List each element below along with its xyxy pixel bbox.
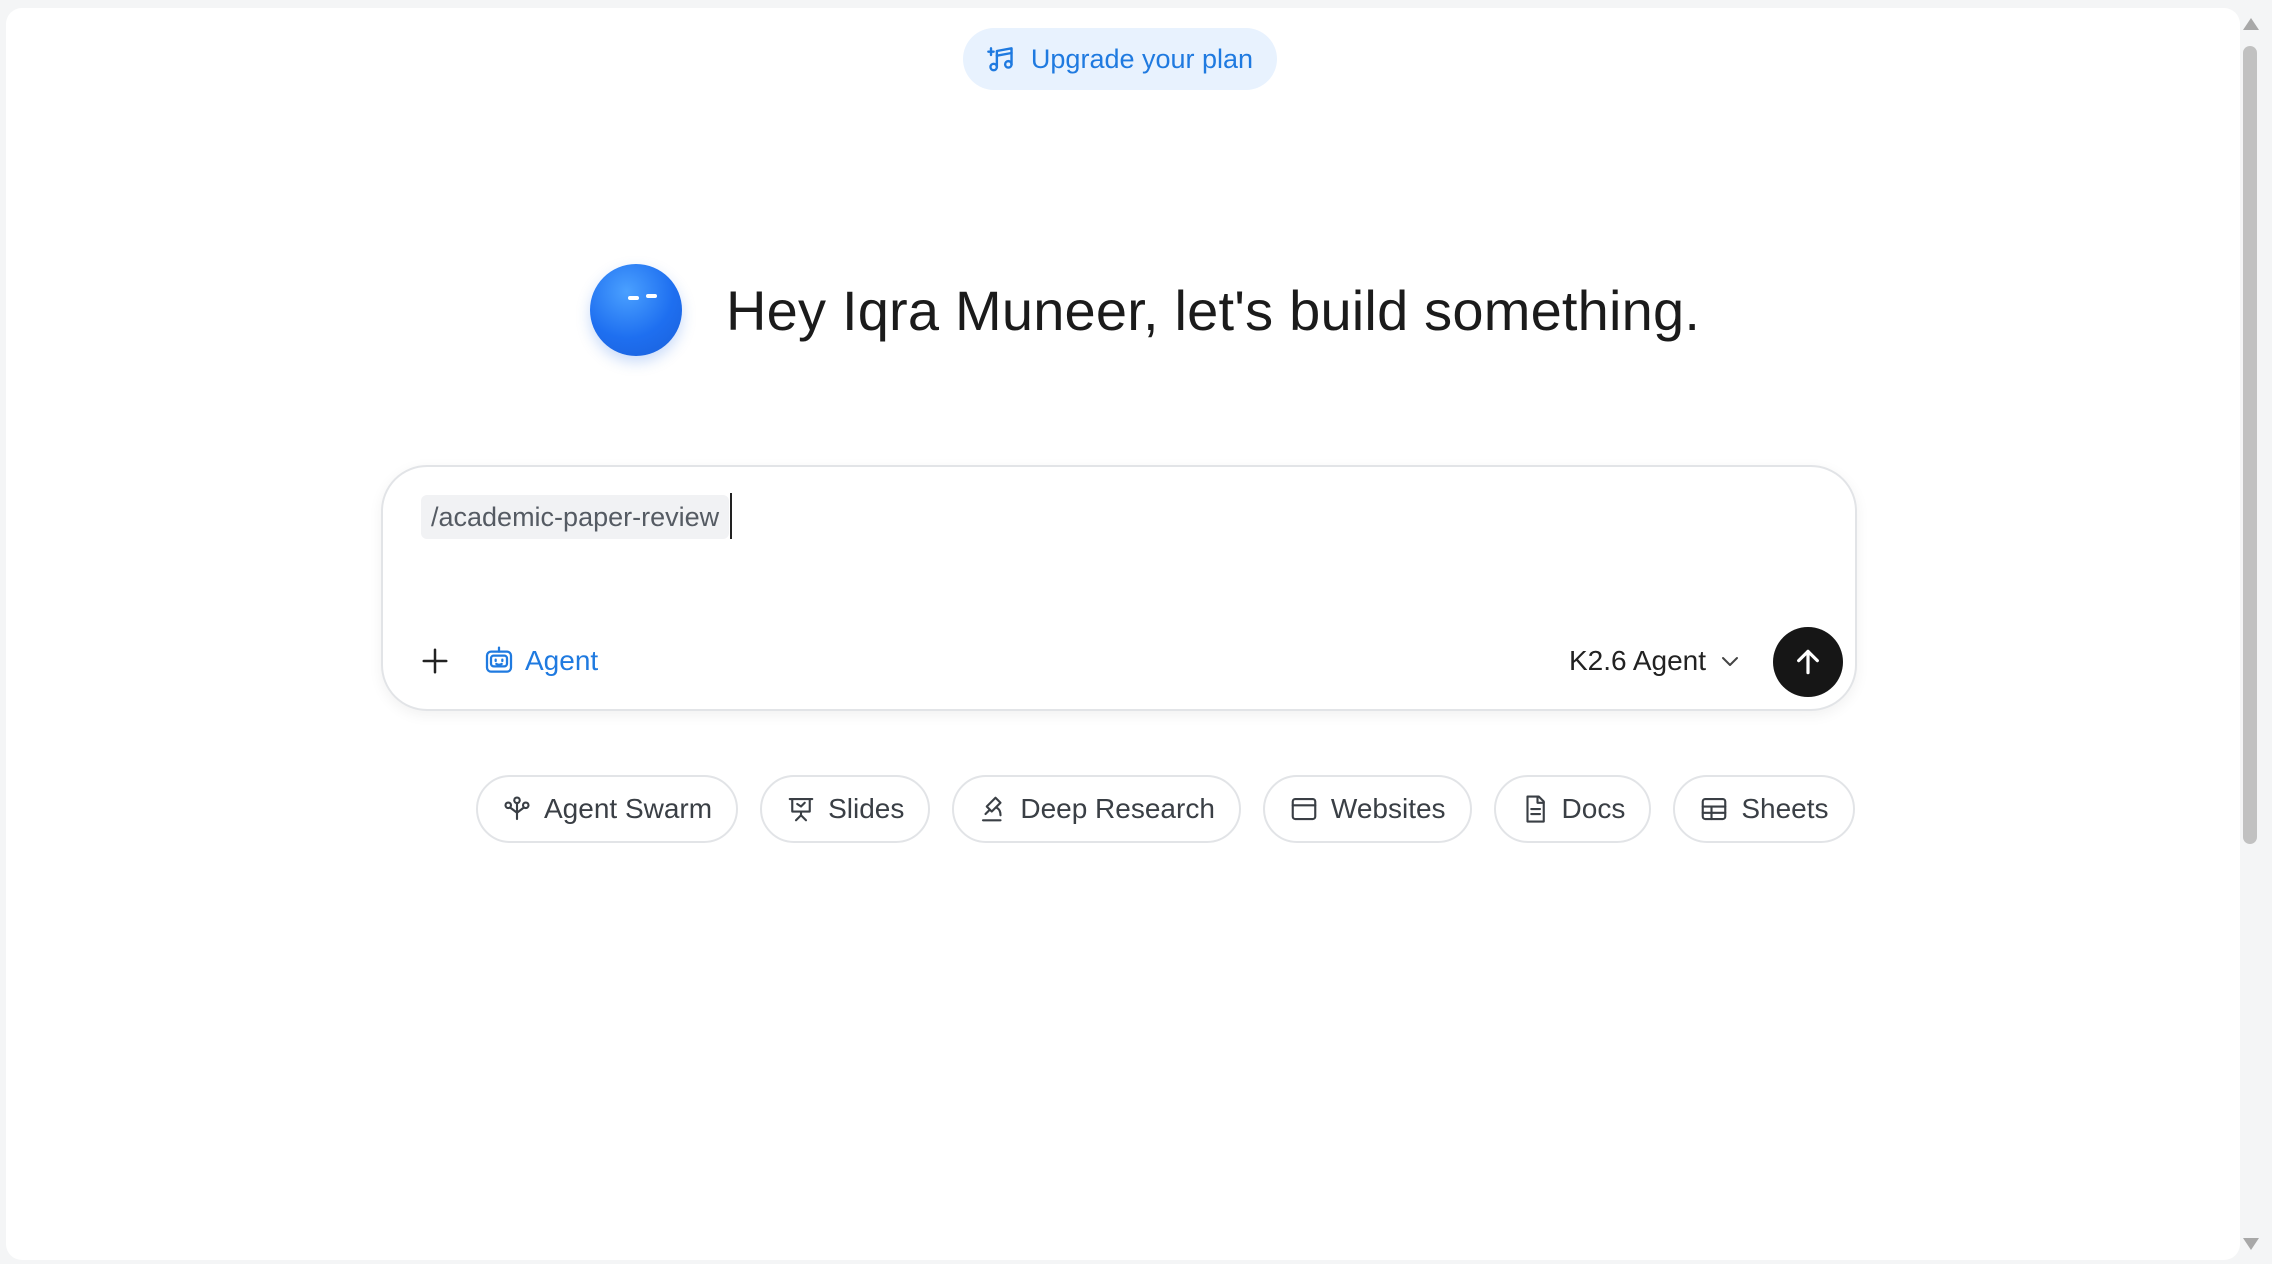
arrow-up-icon <box>1797 649 1819 675</box>
agent-mode-label: Agent <box>525 645 599 676</box>
model-selector[interactable]: K2.6 Agent <box>1569 639 1742 683</box>
chip-deep-research[interactable]: Deep Research <box>952 775 1241 843</box>
music-note-icon <box>987 47 1013 72</box>
chip-label: Deep Research <box>1020 793 1215 824</box>
sheets-icon <box>1702 797 1727 821</box>
chip-agent-swarm[interactable]: Agent Swarm <box>476 775 739 843</box>
chip-label: Docs <box>1561 793 1626 824</box>
scroll-down-button[interactable] <box>2241 1234 2261 1254</box>
triangle-up-icon <box>2243 18 2259 30</box>
deep-research-icon <box>982 796 1002 822</box>
upgrade-plan-button[interactable]: Upgrade your plan <box>963 28 1277 90</box>
chevron-down-icon <box>1722 657 1739 666</box>
chip-slides[interactable]: Slides <box>760 775 931 843</box>
chip-sheets[interactable]: Sheets <box>1673 775 1855 843</box>
scroll-up-button[interactable] <box>2241 14 2261 34</box>
slides-icon <box>788 797 814 822</box>
prompt-composer[interactable]: /academic-paper-review Agent K2.6 Agent <box>381 465 1857 711</box>
docs-icon <box>1525 795 1545 823</box>
scrollbar-thumb[interactable] <box>2243 46 2257 844</box>
agent-mode-button[interactable]: Agent <box>483 639 598 683</box>
chip-label: Agent Swarm <box>544 793 713 824</box>
websites-icon <box>1291 797 1317 821</box>
agent-swarm-icon <box>504 796 530 821</box>
quick-action-chips: Agent Swarm Slides Deep Research Website… <box>476 775 1855 843</box>
chip-docs[interactable]: Docs <box>1493 775 1652 843</box>
text-caret <box>730 493 732 539</box>
chip-websites[interactable]: Websites <box>1262 775 1472 843</box>
chip-label: Slides <box>828 793 905 824</box>
plus-icon <box>422 648 448 674</box>
greeting: Hey Iqra Muneer, let's build something. <box>590 262 1700 358</box>
triangle-down-icon <box>2243 1238 2259 1250</box>
model-selector-label: K2.6 Agent <box>1569 645 1707 676</box>
command-chip[interactable]: /academic-paper-review <box>421 495 730 539</box>
add-attachment-button[interactable] <box>413 639 457 683</box>
chip-label: Sheets <box>1741 793 1829 824</box>
upgrade-plan-label: Upgrade your plan <box>1030 43 1254 74</box>
avatar <box>590 264 682 356</box>
robot-icon <box>485 646 513 673</box>
chip-label: Websites <box>1330 793 1446 824</box>
send-button[interactable] <box>1773 627 1843 697</box>
greeting-title: Hey Iqra Muneer, let's build something. <box>726 278 1701 342</box>
